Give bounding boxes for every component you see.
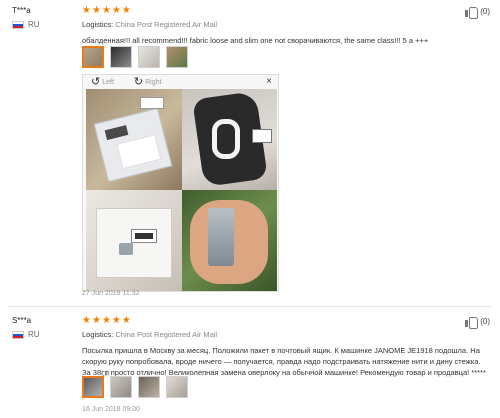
- envelope-label: [104, 125, 129, 141]
- logistics-label: Logistics:: [82, 20, 114, 29]
- helpful-count: (0): [480, 317, 490, 326]
- photo-quadrant: [182, 89, 277, 190]
- logistics-line: Logistics: China Post Registered Air Mai…: [82, 330, 217, 339]
- photo-quadrant: [182, 190, 277, 291]
- tag-shape: [252, 129, 272, 143]
- logistics-value: China Post Registered Air Mail: [115, 330, 218, 339]
- star-icon: ★: [91, 5, 101, 16]
- country-code: RU: [28, 20, 40, 29]
- reviewer-name: S***a: [12, 316, 32, 325]
- reviewer-country: RU: [12, 330, 40, 339]
- star-icon: ★: [111, 315, 121, 326]
- rotate-right-button[interactable]: ↻ Right: [133, 76, 162, 88]
- thumbnail-image: [167, 377, 187, 397]
- helpful-button[interactable]: (0): [465, 6, 490, 19]
- review-image-thumbnail[interactable]: [138, 46, 160, 68]
- thumb-up-icon: [465, 316, 479, 329]
- review-date: 27 Jun 2018 11:32: [82, 290, 140, 297]
- logistics-line: Logistics: China Post Registered Air Mai…: [82, 20, 217, 29]
- thumbnail-image: [111, 47, 131, 67]
- photo-quadrant: [86, 89, 182, 190]
- russia-flag-icon: [12, 20, 24, 29]
- thumbnail-image: [139, 377, 159, 397]
- reviewer-name: T***a: [12, 6, 31, 15]
- review-photo: [86, 89, 277, 291]
- envelope-address-label: [116, 134, 162, 170]
- review-text: обалденная!!! all recommend!!! fabric lo…: [82, 36, 429, 45]
- review-image-thumbnail[interactable]: [110, 376, 132, 398]
- rotate-right-label: Right: [145, 78, 162, 86]
- review-image-thumbnail[interactable]: [166, 376, 188, 398]
- metal-part-shape: [119, 243, 133, 255]
- review-image-thumbnail[interactable]: [82, 376, 104, 398]
- review-divider: [8, 306, 492, 307]
- review-card: S***a RU ★ ★ ★ ★ ★ Logistics: China Post…: [0, 308, 500, 418]
- thumbnail-image: [84, 378, 102, 396]
- star-rating: ★ ★ ★ ★ ★: [82, 6, 131, 16]
- helpful-button[interactable]: (0): [465, 316, 490, 329]
- thumbnail-image: [111, 377, 131, 397]
- rotate-left-button[interactable]: ↺ Left: [91, 76, 114, 88]
- photo-quadrant: [86, 190, 182, 291]
- helpful-count: (0): [480, 7, 490, 16]
- reviewer-country: RU: [12, 20, 40, 29]
- country-code: RU: [28, 330, 40, 339]
- image-viewer-toolbar: ↺ Left ↻ Right ×: [83, 75, 280, 89]
- star-rating: ★ ★ ★ ★ ★: [82, 316, 131, 326]
- review-thumbnails: [82, 376, 188, 398]
- star-icon: ★: [101, 5, 111, 16]
- review-text: Посылка пришла в Москву за месяц. Положи…: [82, 346, 486, 377]
- thumbnail-image: [139, 47, 159, 67]
- close-icon[interactable]: ×: [266, 76, 272, 87]
- presser-foot-shape: [208, 208, 234, 266]
- review-thumbnails: [82, 46, 188, 68]
- star-icon: ★: [121, 315, 131, 326]
- star-icon: ★: [101, 315, 111, 326]
- thumbnail-image: [167, 47, 187, 67]
- coil-shape: [212, 119, 240, 159]
- review-image-thumbnail[interactable]: [166, 46, 188, 68]
- review-card: T***a RU ★ ★ ★ ★ ★ Logistics: China Post…: [0, 0, 500, 306]
- logistics-value: China Post Registered Air Mail: [115, 20, 218, 29]
- thumbnail-image: [84, 48, 102, 66]
- russia-flag-icon: [12, 330, 24, 339]
- review-image-thumbnail[interactable]: [82, 46, 104, 68]
- box-label: [131, 229, 157, 243]
- star-icon: ★: [91, 315, 101, 326]
- rotate-right-icon: ↻: [133, 76, 144, 88]
- star-icon: ★: [121, 5, 131, 16]
- star-icon: ★: [82, 315, 91, 326]
- package-label: [140, 97, 164, 109]
- logistics-label: Logistics:: [82, 330, 114, 339]
- review-image-thumbnail[interactable]: [138, 376, 160, 398]
- rotate-left-icon: ↺: [91, 76, 101, 88]
- box-shape: [96, 208, 172, 278]
- image-viewer: ↺ Left ↻ Right ×: [82, 74, 279, 292]
- envelope-shape: [93, 107, 173, 183]
- review-date: 16 Jun 2018 09:00: [82, 406, 140, 413]
- star-icon: ★: [111, 5, 121, 16]
- star-icon: ★: [82, 5, 91, 16]
- review-image-thumbnail[interactable]: [110, 46, 132, 68]
- rotate-left-label: Left: [102, 78, 114, 86]
- thumb-up-icon: [465, 6, 479, 19]
